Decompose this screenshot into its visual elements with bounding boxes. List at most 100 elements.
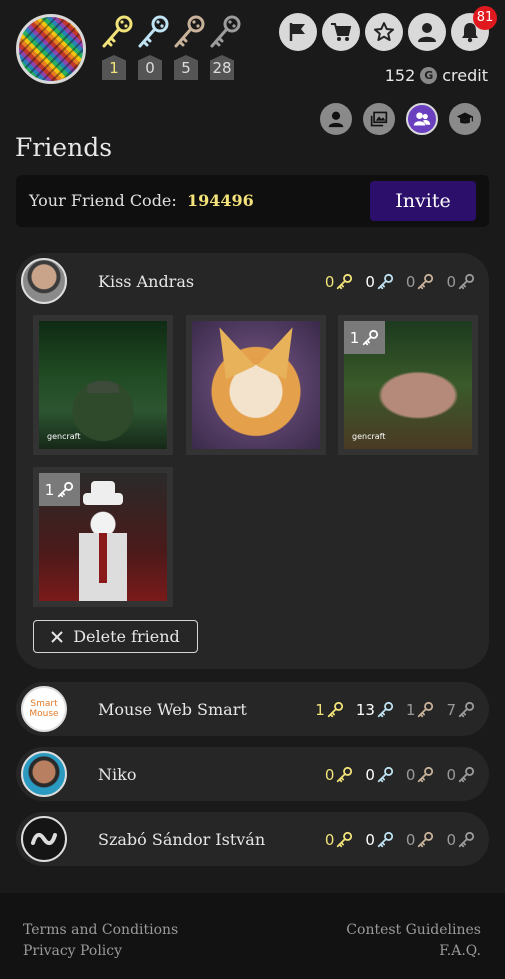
credit-balance: 152 G credit — [385, 66, 488, 85]
gray-key-count: 28 — [210, 55, 234, 80]
locked-tag: 1 — [39, 473, 80, 506]
bronze-key-icon — [174, 15, 205, 48]
delete-friend-label: Delete friend — [73, 627, 180, 646]
credit-label: credit — [442, 66, 488, 85]
silver-key-icon — [138, 15, 169, 48]
guidelines-link[interactable]: Contest Guidelines — [346, 922, 481, 938]
profile-button[interactable] — [408, 13, 446, 51]
gold-keys: 0 — [325, 273, 354, 291]
star-icon — [374, 22, 394, 41]
user-icon — [418, 23, 436, 42]
silver-key-icon — [376, 831, 394, 849]
key-icon — [361, 329, 379, 347]
gold-keys: 1 — [315, 701, 344, 719]
friend-code-value: 194496 — [187, 191, 254, 210]
gold-key-counter: 1 — [100, 14, 136, 84]
silver-key-icon — [376, 273, 394, 291]
gray-key-icon — [457, 701, 475, 719]
gray-key-count: 0 — [446, 831, 456, 849]
gold-keys: 0 — [325, 831, 354, 849]
gold-keys: 0 — [325, 766, 354, 784]
silver-keys: 0 — [365, 273, 394, 291]
contests-button[interactable] — [279, 13, 317, 51]
gray-key-icon — [457, 273, 475, 291]
avatar[interactable]: Smart Mouse — [21, 686, 67, 732]
gallery-image-panda[interactable]: 1 — [33, 467, 173, 607]
image-boar: 1 gencraft — [344, 321, 472, 449]
gray-key-count: 0 — [446, 766, 456, 784]
gold-key-count: 1 — [315, 701, 325, 719]
avatar[interactable] — [21, 816, 67, 862]
friend-name[interactable]: Mouse Web Smart — [98, 700, 247, 719]
friend-name[interactable]: Niko — [98, 765, 136, 784]
silver-keys: 13 — [356, 701, 394, 719]
bronze-key-count: 0 — [405, 273, 416, 291]
friend-name[interactable]: Kiss Andras — [98, 272, 194, 291]
bronze-keys: 0 — [406, 831, 435, 849]
flag-icon — [289, 23, 305, 41]
cart-icon — [331, 23, 352, 41]
image-jungle: gencraft — [39, 321, 167, 449]
silver-key-count: 0 — [365, 831, 375, 849]
silver-key-icon — [376, 766, 394, 784]
gray-key-count: 0 — [446, 273, 456, 291]
silver-keys: 0 — [365, 831, 394, 849]
smart-mouse-logo-line1: Smart — [30, 699, 58, 709]
avatar[interactable] — [21, 751, 67, 797]
bronze-key-icon — [416, 701, 434, 719]
invite-button[interactable]: Invite — [370, 181, 476, 221]
bronze-key-icon — [416, 273, 434, 291]
gold-key-icon — [335, 766, 353, 784]
gallery-image-boar[interactable]: 1 gencraft — [338, 315, 478, 455]
silver-key-count: 13 — [355, 701, 375, 719]
favorites-button[interactable] — [365, 13, 403, 51]
gallery-image-fox[interactable] — [186, 315, 326, 455]
bronze-key-icon — [416, 766, 434, 784]
gencraft-watermark: gencraft — [47, 432, 81, 441]
silver-keys: 0 — [365, 766, 394, 784]
silver-key-counter: 0 — [136, 14, 172, 84]
friends-icon — [413, 112, 431, 126]
friend-keys: 0 0 0 0 — [313, 273, 475, 291]
bronze-keys: 1 — [406, 701, 435, 719]
gray-key-count: 7 — [446, 701, 456, 719]
friend-name[interactable]: Szabó Sándor István — [98, 830, 265, 849]
delete-friend-button[interactable]: Delete friend — [33, 620, 198, 653]
image-panda: 1 — [39, 473, 167, 601]
gray-key-icon — [457, 831, 475, 849]
silver-key-count: 0 — [138, 55, 162, 80]
privacy-link[interactable]: Privacy Policy — [23, 943, 122, 959]
close-icon — [51, 630, 63, 643]
locked-tag: 1 — [344, 321, 385, 354]
lock-count: 1 — [44, 480, 55, 499]
friend-keys: 0 0 0 0 — [313, 766, 475, 784]
friend-code-label: Your Friend Code: — [29, 191, 177, 210]
user-avatar[interactable] — [16, 14, 86, 84]
tab-friends[interactable] — [406, 103, 438, 135]
shop-button[interactable] — [322, 13, 360, 51]
credit-amount: 152 — [384, 66, 416, 85]
gray-key-icon — [457, 766, 475, 784]
gray-keys: 0 — [446, 766, 475, 784]
page-title: Friends — [15, 133, 113, 162]
bronze-key-counter: 5 — [172, 14, 208, 84]
tab-gallery[interactable] — [363, 103, 395, 135]
avatar[interactable] — [21, 258, 67, 304]
bronze-key-icon — [416, 831, 434, 849]
silver-key-icon — [376, 701, 394, 719]
graduation-cap-icon — [456, 112, 474, 124]
bronze-key-count: 5 — [174, 55, 198, 80]
bronze-key-count: 0 — [405, 766, 416, 784]
gencraft-watermark: gencraft — [352, 432, 386, 441]
gold-key-count: 1 — [102, 55, 126, 80]
tab-profile[interactable] — [320, 103, 352, 135]
tab-academy[interactable] — [449, 103, 481, 135]
faq-link[interactable]: F.A.Q. — [439, 943, 481, 959]
gray-keys: 7 — [446, 701, 475, 719]
gold-key-count: 0 — [324, 831, 335, 849]
smart-mouse-logo-line2: Mouse — [29, 709, 59, 719]
terms-link[interactable]: Terms and Conditions — [23, 922, 178, 938]
gallery-image-jungle[interactable]: gencraft — [33, 315, 173, 455]
bronze-keys: 0 — [406, 766, 435, 784]
gallery-icon — [370, 111, 388, 127]
